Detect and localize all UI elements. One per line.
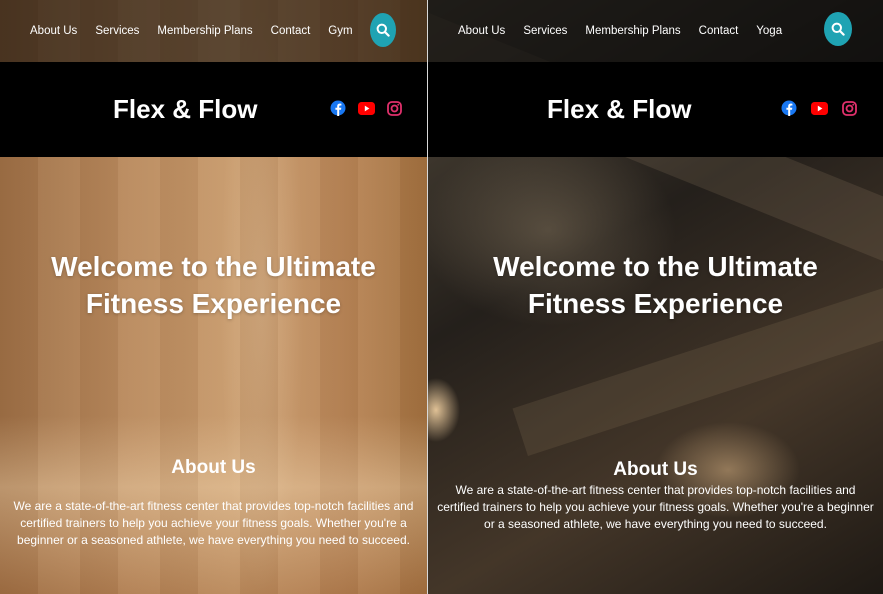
nav-link-membership-plans[interactable]: Membership Plans xyxy=(157,25,252,37)
youtube-icon[interactable] xyxy=(811,101,828,115)
top-navigation: About Us Services Membership Plans Conta… xyxy=(428,0,883,62)
hero-heading: Welcome to the Ultimate Fitness Experien… xyxy=(51,251,376,319)
youtube-icon[interactable] xyxy=(358,101,375,115)
hero-heading: Welcome to the Ultimate Fitness Experien… xyxy=(493,251,818,319)
search-icon xyxy=(376,23,390,37)
nav-link-gym[interactable]: Gym xyxy=(328,25,352,37)
social-links xyxy=(330,100,402,116)
instagram-icon[interactable] xyxy=(387,100,402,116)
nav-link-services[interactable]: Services xyxy=(95,25,139,37)
facebook-icon[interactable] xyxy=(781,100,797,116)
brand-bar: Flex & Flow xyxy=(428,62,883,157)
nav-link-services[interactable]: Services xyxy=(523,25,567,37)
nav-link-contact[interactable]: Contact xyxy=(271,25,311,37)
site-title[interactable]: Flex & Flow xyxy=(113,94,257,125)
social-links xyxy=(781,100,857,116)
search-button[interactable] xyxy=(370,13,396,47)
nav-link-membership-plans[interactable]: Membership Plans xyxy=(585,25,680,37)
comparison-stage: About Us Services Membership Plans Conta… xyxy=(0,0,883,594)
brand-bar: Flex & Flow xyxy=(0,62,427,157)
about-heading: About Us xyxy=(171,457,256,478)
nav-link-about-us[interactable]: About Us xyxy=(30,25,77,37)
top-navigation: About Us Services Membership Plans Conta… xyxy=(0,0,427,62)
site-title[interactable]: Flex & Flow xyxy=(547,94,691,125)
nav-links: About Us Services Membership Plans Conta… xyxy=(0,25,353,37)
instagram-icon[interactable] xyxy=(842,100,857,116)
search-icon xyxy=(831,22,845,36)
search-button[interactable] xyxy=(824,12,852,46)
nav-links: About Us Services Membership Plans Conta… xyxy=(428,25,782,37)
nav-link-about-us[interactable]: About Us xyxy=(458,25,505,37)
nav-link-yoga[interactable]: Yoga xyxy=(756,25,782,37)
left-page: About Us Services Membership Plans Conta… xyxy=(0,0,427,594)
about-heading: About Us xyxy=(613,459,698,480)
right-page: About Us Services Membership Plans Conta… xyxy=(428,0,883,594)
about-paragraph: We are a state-of-the-art fitness center… xyxy=(437,483,874,531)
nav-link-contact[interactable]: Contact xyxy=(699,25,739,37)
about-paragraph: We are a state-of-the-art fitness center… xyxy=(13,499,414,547)
facebook-icon[interactable] xyxy=(330,100,346,116)
